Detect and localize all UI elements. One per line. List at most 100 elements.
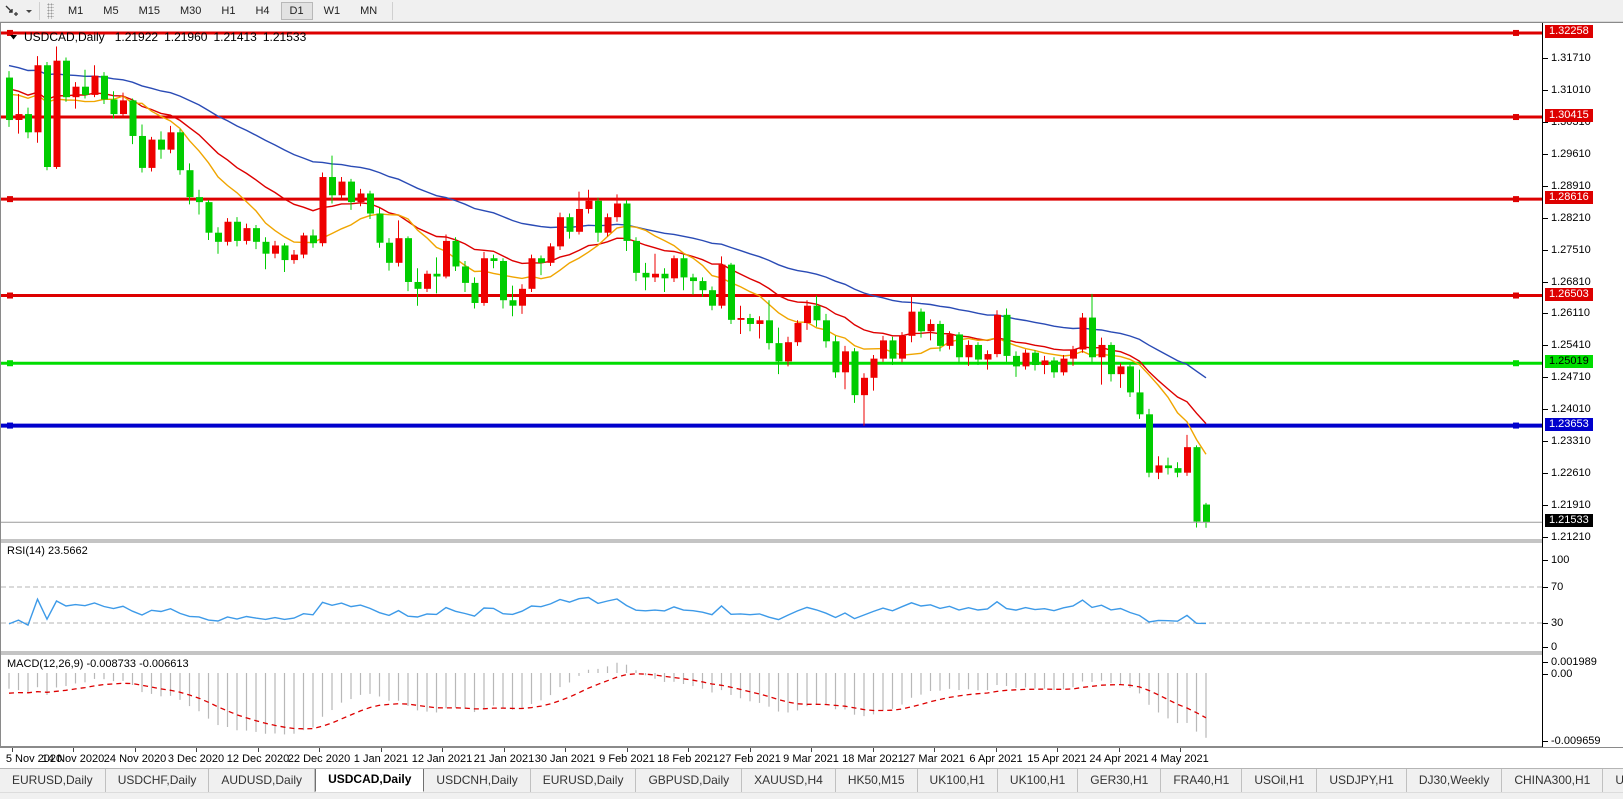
symbol-tab-hk50-m15[interactable]: HK50,M15 bbox=[836, 769, 918, 792]
symbol-tab-bar: EURUSD,DailyUSDCHF,DailyAUDUSD,DailyUSDC… bbox=[0, 768, 1623, 792]
level-price-badge[interactable]: 1.25019 bbox=[1545, 355, 1593, 368]
timeframe-button-m30[interactable]: M30 bbox=[171, 2, 210, 20]
candle-body bbox=[804, 306, 811, 323]
price-chart-canvas[interactable] bbox=[1, 23, 1622, 746]
candle-body bbox=[130, 100, 137, 136]
level-price-badge[interactable]: 1.30415 bbox=[1545, 109, 1593, 122]
date-tick bbox=[811, 748, 812, 752]
toolbar-grip[interactable] bbox=[47, 3, 54, 19]
timeframe-button-m15[interactable]: M15 bbox=[130, 2, 169, 20]
candle-body bbox=[890, 340, 897, 358]
level-line-handle[interactable] bbox=[1513, 293, 1519, 299]
timeframe-button-d1[interactable]: D1 bbox=[281, 2, 313, 20]
date-tick-label: 27 Mar 2021 bbox=[903, 753, 965, 765]
symbol-tab-ger30-h1[interactable]: GER30,H1 bbox=[1078, 769, 1161, 792]
symbol-tab-audusd-daily[interactable]: AUDUSD,Daily bbox=[209, 769, 315, 792]
date-tick-label: 24 Apr 2021 bbox=[1089, 753, 1148, 765]
date-tick-label: 12 Dec 2020 bbox=[227, 753, 289, 765]
symbol-tab-fra40-h1[interactable]: FRA40,H1 bbox=[1161, 769, 1242, 792]
symbol-tab-uk100-h1[interactable]: UK100,H1 bbox=[998, 769, 1078, 792]
candle-body bbox=[16, 114, 23, 120]
price-axis[interactable]: 1.317101.310101.303101.296101.289101.282… bbox=[1542, 23, 1623, 748]
candle-body bbox=[1184, 447, 1191, 473]
level-line-handle[interactable] bbox=[1513, 423, 1519, 429]
symbol-tab-usdcad-daily[interactable]: USDCAD,Daily bbox=[315, 768, 424, 792]
level-line-handle[interactable] bbox=[1513, 196, 1519, 202]
rsi-label: RSI(14) 23.5662 bbox=[7, 545, 88, 557]
macd-axis-label: -0.009659 bbox=[1551, 735, 1601, 747]
price-tick-label: 1.31010 bbox=[1551, 84, 1591, 96]
timeframe-button-h4[interactable]: H4 bbox=[246, 2, 278, 20]
candle-body bbox=[415, 282, 422, 289]
axis-tick bbox=[1543, 741, 1548, 742]
chart-window[interactable]: USDCAD,Daily 1.21922 1.21960 1.21413 1.2… bbox=[0, 22, 1623, 747]
candle-body bbox=[690, 277, 697, 281]
level-line-handle[interactable] bbox=[7, 360, 13, 366]
symbol-tab-china300-h1[interactable]: CHINA300,H1 bbox=[1502, 769, 1603, 792]
price-tick-label: 1.26810 bbox=[1551, 276, 1591, 288]
tool-dropdown-icon[interactable] bbox=[24, 7, 34, 15]
date-tick bbox=[381, 748, 382, 752]
price-tick-label: 1.27510 bbox=[1551, 244, 1591, 256]
symbol-tab-eurusd-daily[interactable]: EURUSD,Daily bbox=[531, 769, 637, 792]
symbol-tab-uk100-h1[interactable]: UK100,H1 bbox=[918, 769, 998, 792]
date-tick-label: 6 Apr 2021 bbox=[969, 753, 1022, 765]
timeframe-toolbar: M1M5M15M30H1H4D1W1MN bbox=[0, 0, 1623, 22]
candle-body bbox=[700, 281, 707, 290]
candle-body bbox=[1051, 360, 1058, 372]
time-axis[interactable]: 5 Nov 202014 Nov 202024 Nov 20203 Dec 20… bbox=[0, 747, 1623, 768]
crosshair-icon[interactable] bbox=[4, 4, 20, 18]
candle-body bbox=[158, 140, 165, 150]
date-tick-label: 12 Jan 2021 bbox=[412, 753, 473, 765]
level-line-handle[interactable] bbox=[7, 196, 13, 202]
symbol-tab-eurusd-daily[interactable]: EURUSD,Daily bbox=[0, 769, 106, 792]
level-price-badge[interactable]: 1.26503 bbox=[1545, 288, 1593, 301]
candle-body bbox=[662, 274, 669, 279]
level-line-handle[interactable] bbox=[1513, 114, 1519, 120]
level-price-badge[interactable]: 1.28616 bbox=[1545, 191, 1593, 204]
level-line-handle[interactable] bbox=[1513, 360, 1519, 366]
candle-body bbox=[595, 201, 602, 233]
macd-axis-label: 0.00 bbox=[1551, 668, 1572, 680]
level-line-handle[interactable] bbox=[1513, 30, 1519, 36]
candle-body bbox=[1165, 465, 1172, 468]
candle-body bbox=[348, 182, 355, 203]
level-price-badge[interactable]: 1.32258 bbox=[1545, 25, 1593, 38]
candle-body bbox=[681, 258, 688, 277]
symbol-tab-xauusd-h4[interactable]: XAUUSD,H4 bbox=[742, 769, 836, 792]
candle-body bbox=[1080, 318, 1087, 350]
candle-body bbox=[966, 345, 973, 357]
symbol-tab-gbpusd-daily[interactable]: GBPUSD,Daily bbox=[636, 769, 742, 792]
candle-body bbox=[842, 351, 849, 372]
timeframe-button-m1[interactable]: M1 bbox=[59, 2, 92, 20]
candle-body bbox=[871, 359, 878, 378]
chart-close: 1.21533 bbox=[263, 30, 306, 44]
candle-body bbox=[1013, 356, 1020, 366]
timeframe-button-w1[interactable]: W1 bbox=[315, 2, 350, 20]
level-line-handle[interactable] bbox=[7, 423, 13, 429]
date-tick bbox=[565, 748, 566, 752]
candle-body bbox=[472, 283, 479, 303]
symbol-tab-usdcnh-daily[interactable]: USDCNH,Daily bbox=[424, 769, 530, 792]
symbol-tab-dj30-weekly[interactable]: DJ30,Weekly bbox=[1407, 769, 1502, 792]
timeframe-button-m5[interactable]: M5 bbox=[94, 2, 127, 20]
symbol-tab-usoil-h1[interactable]: USOil,H1 bbox=[1242, 769, 1317, 792]
axis-tick bbox=[1543, 345, 1548, 346]
timeframe-button-mn[interactable]: MN bbox=[351, 2, 386, 20]
symbol-dropdown-icon[interactable] bbox=[9, 30, 18, 44]
level-line-handle[interactable] bbox=[7, 293, 13, 299]
candle-body bbox=[405, 238, 412, 282]
symbol-tab-usdchf-daily[interactable]: USDCHF,Daily bbox=[106, 769, 210, 792]
candle-body bbox=[671, 258, 678, 278]
candle-body bbox=[1203, 505, 1210, 523]
price-tick-label: 1.21210 bbox=[1551, 531, 1591, 543]
timeframe-button-h1[interactable]: H1 bbox=[212, 2, 244, 20]
date-tick bbox=[135, 748, 136, 752]
symbol-tab-u[interactable]: U bbox=[1603, 769, 1623, 792]
candle-body bbox=[576, 209, 583, 232]
candle-body bbox=[633, 241, 640, 273]
candle-body bbox=[443, 241, 450, 277]
level-price-badge[interactable]: 1.23653 bbox=[1545, 418, 1593, 431]
symbol-tab-usdjpy-h1[interactable]: USDJPY,H1 bbox=[1317, 769, 1406, 792]
candle-body bbox=[1118, 366, 1125, 374]
